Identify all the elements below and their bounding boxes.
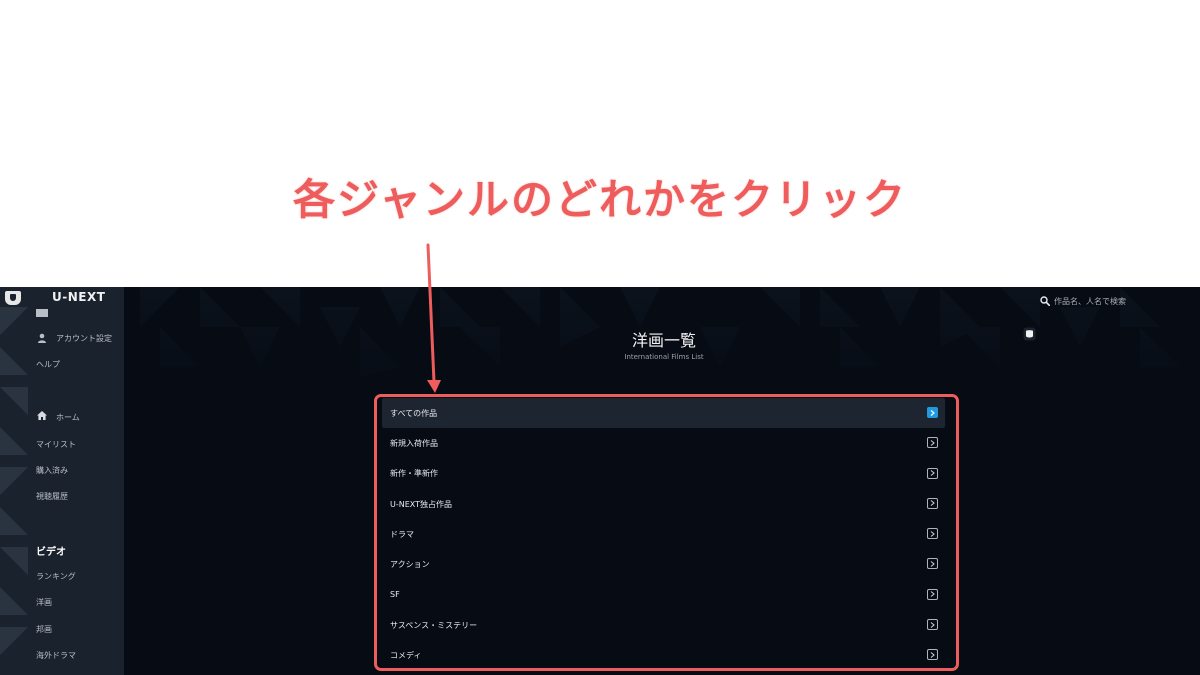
sidebar-item-ranking[interactable]: ランキング (36, 571, 76, 582)
brand-logo-text[interactable]: U-NEXT (52, 290, 105, 304)
chevron-right-icon (927, 588, 938, 600)
genre-label: サスペンス・ミステリー (390, 620, 478, 630)
home-icon (37, 411, 47, 420)
genre-item-suspense-mystery[interactable]: サスペンス・ミステリー (382, 610, 945, 640)
genre-item-comedy[interactable]: コメディ (382, 640, 945, 670)
chevron-right-icon (927, 619, 938, 631)
genre-item-sf[interactable]: SF (382, 580, 945, 610)
chevron-right-icon (927, 467, 938, 479)
genre-item-action[interactable]: アクション (382, 549, 945, 579)
sidebar-item-history[interactable]: 視聴履歴 (36, 491, 68, 502)
chevron-right-icon (927, 558, 938, 570)
chevron-right-icon (927, 528, 938, 540)
sidebar-item-international-films[interactable]: 洋画 (36, 597, 52, 608)
sidebar-item-japanese-films[interactable]: 邦画 (36, 624, 52, 635)
genre-label: アクション (390, 560, 430, 570)
genre-item-new-arrivals[interactable]: 新規入荷作品 (382, 428, 945, 458)
sidebar-item-account-settings[interactable]: アカウント設定 (56, 333, 112, 344)
genre-label: SF (390, 590, 400, 600)
page-title: 洋画一覧 (631, 331, 696, 350)
search-input[interactable] (1054, 293, 1194, 309)
chevron-right-icon (927, 497, 938, 509)
search-icon[interactable] (1040, 296, 1050, 306)
logo-icon[interactable] (5, 291, 21, 305)
genre-list: すべての作品 新規入荷作品 新作・準新作 U-NEXT独占作品 ドラマ アクショ… (382, 398, 945, 671)
genre-item-drama[interactable]: ドラマ (382, 519, 945, 549)
sidebar-item-help[interactable]: ヘルプ (36, 359, 60, 370)
genre-label: 新作・準新作 (390, 469, 438, 479)
sidebar-item-overseas-dramas[interactable]: 海外ドラマ (36, 650, 76, 661)
chevron-right-icon (927, 649, 938, 661)
profile-icon[interactable] (1023, 327, 1036, 341)
app-window: U-NEXT アカウント設定 ヘルプ ホーム マイリスト 購入済み 視聴履歴 ビ… (0, 287, 1200, 675)
genre-label: U-NEXT独占作品 (390, 499, 453, 509)
genre-item-all[interactable]: すべての作品 (382, 398, 945, 429)
sidebar-item-purchased[interactable]: 購入済み (36, 465, 68, 476)
genre-label: コメディ (390, 651, 422, 661)
chevron-right-icon (927, 407, 938, 418)
person-icon (38, 333, 46, 343)
page-subtitle: International Films List (624, 353, 704, 361)
sidebar-item-mylist[interactable]: マイリスト (36, 439, 76, 450)
mail-icon (36, 309, 48, 317)
sidebar-pattern (0, 307, 28, 655)
genre-label: すべての作品 (390, 408, 438, 418)
sidebar-item-home[interactable]: ホーム (56, 412, 80, 423)
chevron-right-icon (927, 437, 938, 449)
genre-label: 新規入荷作品 (390, 438, 438, 448)
genre-item-new-releases[interactable]: 新作・準新作 (382, 459, 945, 489)
genre-item-exclusive[interactable]: U-NEXT独占作品 (382, 489, 945, 519)
genre-label: ドラマ (390, 529, 414, 539)
annotation-headline: 各ジャンルのどれかをクリック (293, 175, 907, 224)
sidebar-section-video: ビデオ (36, 547, 66, 558)
sidebar: U-NEXT アカウント設定 ヘルプ ホーム マイリスト 購入済み 視聴履歴 ビ… (0, 287, 124, 675)
